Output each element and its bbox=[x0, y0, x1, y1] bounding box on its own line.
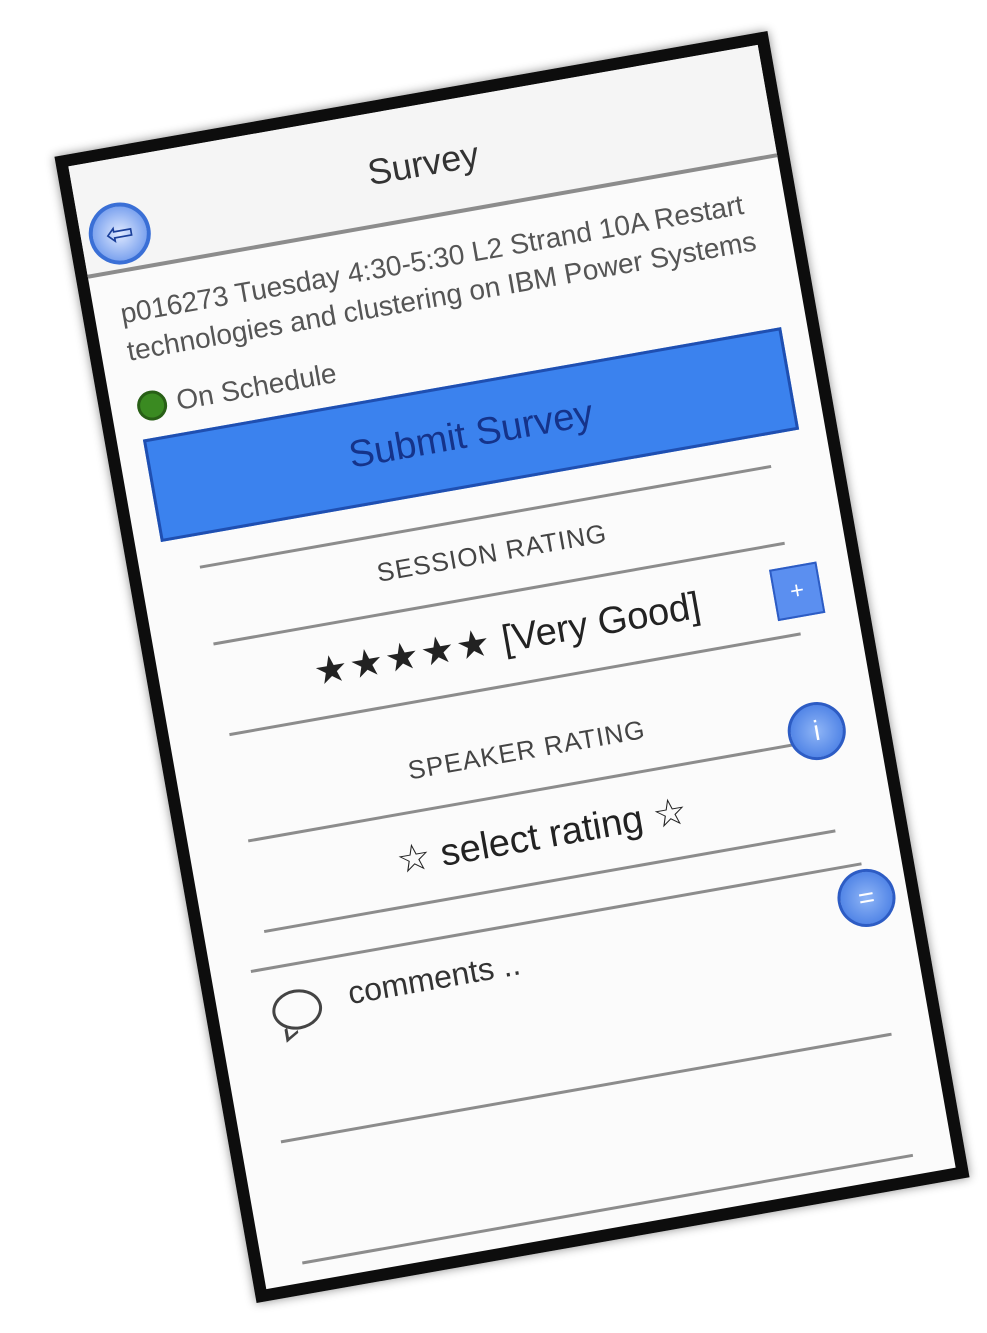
speech-bubble-icon bbox=[269, 985, 326, 1034]
status-label: On Schedule bbox=[173, 357, 339, 416]
status-indicator-icon bbox=[134, 388, 170, 423]
divider bbox=[302, 1153, 914, 1265]
comments-input[interactable] bbox=[342, 900, 774, 1014]
phone-frame: ⇦ Survey p016273 Tuesday 4:30-5:30 L2 St… bbox=[54, 30, 970, 1304]
star-rating-icon: ★★★★★ bbox=[310, 621, 496, 695]
screen: ⇦ Survey p016273 Tuesday 4:30-5:30 L2 St… bbox=[0, 0, 987, 1333]
session-rating-label: [Very Good] bbox=[498, 584, 704, 661]
session-rating-side-button[interactable]: + bbox=[769, 561, 826, 622]
comments-side-button[interactable]: = bbox=[832, 864, 901, 932]
